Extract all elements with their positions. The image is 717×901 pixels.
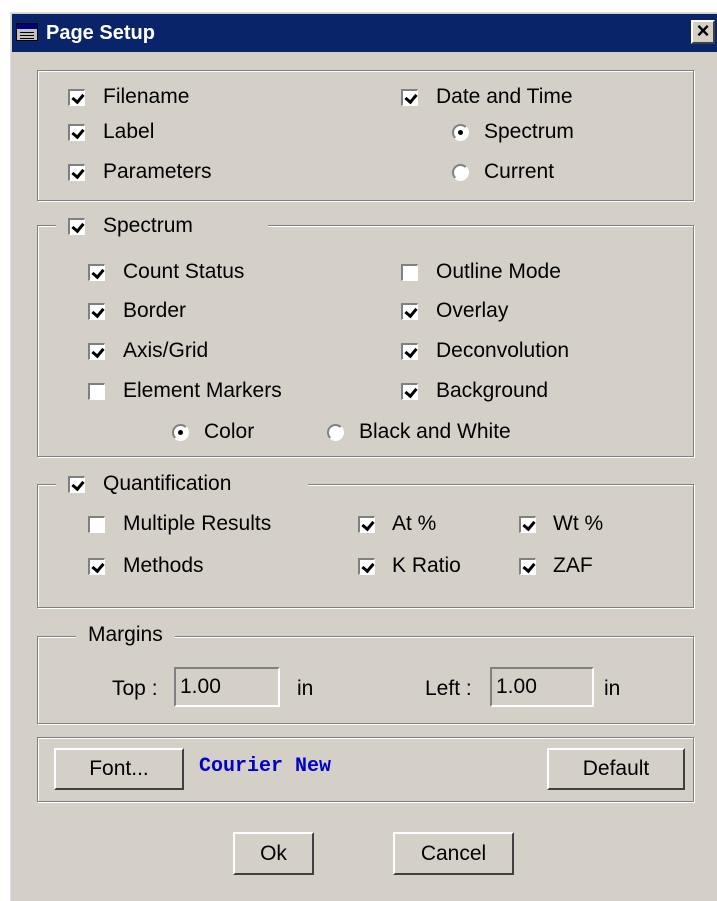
outline-mode-checkbox[interactable] xyxy=(401,264,418,281)
deconvolution-checkbox[interactable] xyxy=(401,343,418,360)
spectrum-time-radio[interactable] xyxy=(452,124,469,141)
wt-percent-checkbox[interactable] xyxy=(519,516,536,533)
background-label: Background xyxy=(436,379,549,402)
border-checkbox[interactable] xyxy=(88,303,105,320)
element-markers-label: Element Markers xyxy=(123,379,282,402)
label-label: Label xyxy=(103,120,155,143)
k-ratio-checkbox[interactable] xyxy=(358,558,375,575)
zaf-label: ZAF xyxy=(553,554,593,577)
overlay-checkbox[interactable] xyxy=(401,303,418,320)
background-checkbox[interactable] xyxy=(401,383,418,400)
black-white-radio[interactable] xyxy=(327,424,344,441)
color-label: Color xyxy=(204,420,255,443)
wt-percent-label: Wt % xyxy=(553,512,604,535)
current-time-radio[interactable] xyxy=(452,164,469,181)
axis-grid-checkbox[interactable] xyxy=(88,343,105,360)
default-button[interactable]: Default xyxy=(547,748,685,790)
top-margin-unit: in xyxy=(297,677,314,700)
at-percent-checkbox[interactable] xyxy=(358,516,375,533)
spectrum-checkbox[interactable] xyxy=(68,218,85,235)
date-time-checkbox[interactable] xyxy=(401,89,418,106)
top-margin-label: Top : xyxy=(112,677,158,700)
parameters-checkbox[interactable] xyxy=(68,164,85,181)
parameters-label: Parameters xyxy=(103,160,212,183)
quantification-group xyxy=(37,484,694,608)
filename-label: Filename xyxy=(103,85,190,108)
current-font-name: Courier New xyxy=(199,755,332,778)
spectrum-group-label: Spectrum xyxy=(103,214,193,237)
count-status-checkbox[interactable] xyxy=(88,264,105,281)
label-checkbox[interactable] xyxy=(68,124,85,141)
spectrum-time-label: Spectrum xyxy=(484,120,574,143)
black-white-label: Black and White xyxy=(359,420,511,443)
count-status-label: Count Status xyxy=(123,260,245,283)
margins-legend: Margins xyxy=(76,623,175,647)
top-margin-input[interactable]: 1.00 xyxy=(174,667,280,707)
at-percent-label: At % xyxy=(392,512,437,535)
left-margin-input[interactable]: 1.00 xyxy=(490,667,594,707)
date-time-label: Date and Time xyxy=(436,85,573,108)
border-label: Border xyxy=(123,299,187,322)
current-time-label: Current xyxy=(484,160,555,183)
zaf-checkbox[interactable] xyxy=(519,558,536,575)
deconvolution-label: Deconvolution xyxy=(436,339,570,362)
quantification-group-label: Quantification xyxy=(103,472,232,495)
left-margin-label: Left : xyxy=(425,677,472,700)
close-button[interactable]: × xyxy=(691,20,715,44)
methods-checkbox[interactable] xyxy=(88,558,105,575)
window-icon xyxy=(16,23,38,41)
multiple-results-label: Multiple Results xyxy=(123,512,272,535)
multiple-results-checkbox[interactable] xyxy=(88,516,105,533)
window-title: Page Setup xyxy=(46,22,155,44)
element-markers-checkbox[interactable] xyxy=(88,383,105,400)
font-button[interactable]: Font... xyxy=(54,748,184,790)
cancel-button[interactable]: Cancel xyxy=(393,832,514,875)
ok-button[interactable]: Ok xyxy=(233,832,314,875)
left-margin-unit: in xyxy=(604,677,621,700)
quantification-checkbox[interactable] xyxy=(68,476,85,493)
color-radio[interactable] xyxy=(172,424,189,441)
outline-mode-label: Outline Mode xyxy=(436,260,561,283)
overlay-label: Overlay xyxy=(436,299,509,322)
filename-checkbox[interactable] xyxy=(68,89,85,106)
title-bar: Page Setup × xyxy=(12,14,717,52)
methods-label: Methods xyxy=(123,554,204,577)
k-ratio-label: K Ratio xyxy=(392,554,461,577)
axis-grid-label: Axis/Grid xyxy=(123,339,209,362)
